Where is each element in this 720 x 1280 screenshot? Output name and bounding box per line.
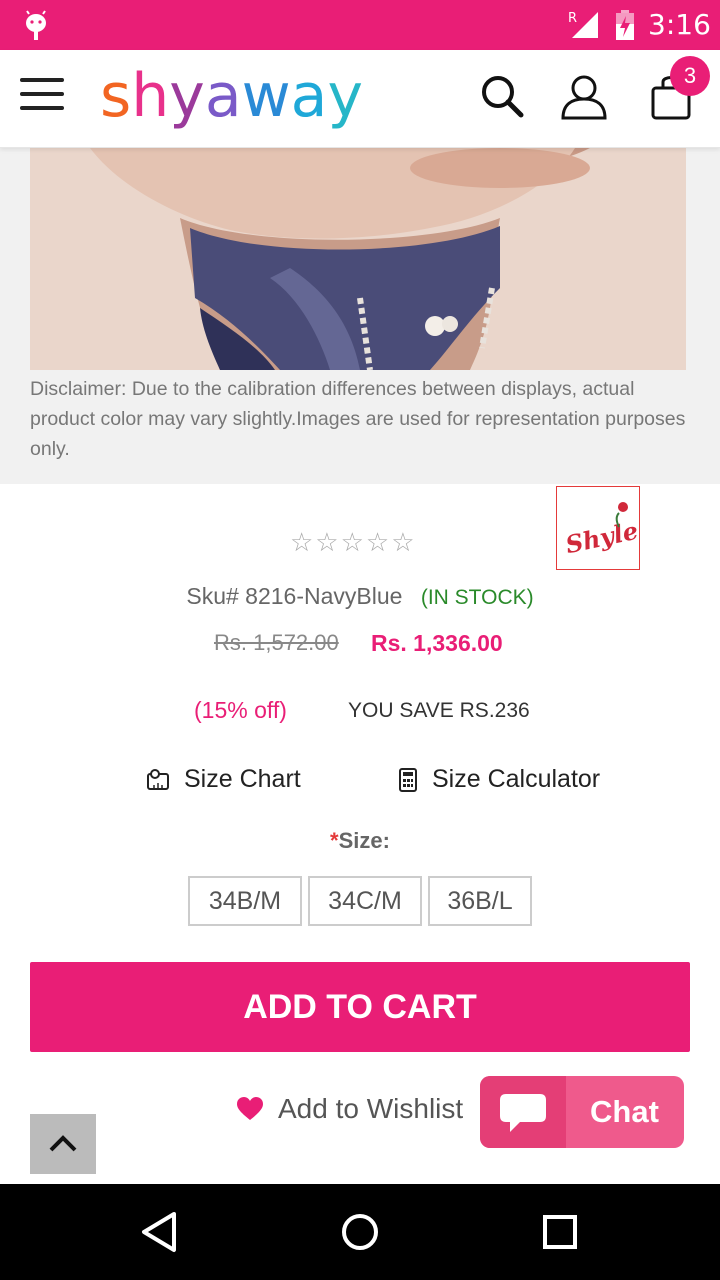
user-icon[interactable] [560, 72, 608, 120]
heart-icon [237, 1097, 263, 1120]
svg-text:R: R [568, 11, 577, 26]
svg-text:Shyle: Shyle [563, 516, 641, 560]
chat-bubble-icon [500, 1094, 546, 1132]
measuring-tape-icon [147, 768, 169, 790]
size-option[interactable]: 34C/M [308, 876, 422, 926]
logo-letter: a [204, 61, 242, 131]
status-bar: R 3:16 [0, 0, 720, 50]
battery-charging-icon [616, 10, 634, 40]
size-chart-link[interactable]: Size Chart [146, 765, 301, 794]
original-price: Rs. 1,572.00 [214, 630, 339, 655]
scroll-to-top-button[interactable] [30, 1114, 96, 1174]
size-options: 34B/M 34C/M 36B/L [188, 876, 538, 926]
logo-letter: y [327, 61, 363, 131]
stock-status: (IN STOCK) [420, 586, 534, 609]
wishlist-label: Add to Wishlist [278, 1093, 464, 1124]
logo-letter: w [241, 61, 291, 131]
size-label-text: Size: [338, 828, 390, 853]
logo-letter: y [169, 61, 205, 131]
size-label: *Size: [0, 828, 720, 854]
required-mark: * [330, 828, 339, 853]
recents-icon[interactable] [536, 1208, 584, 1256]
shyaway-logo[interactable]: shyaway [100, 56, 363, 136]
size-calculator-link[interactable]: Size Calculator [398, 765, 600, 794]
add-to-wishlist-link[interactable]: Add to Wishlist [236, 1093, 463, 1125]
menu-icon[interactable] [20, 78, 64, 114]
calculator-icon [399, 767, 417, 792]
chevron-up-icon [49, 1135, 77, 1152]
size-chart-label: Size Chart [184, 765, 301, 793]
size-option[interactable]: 36B/L [428, 876, 532, 926]
system-nav-bar [0, 1184, 720, 1280]
chat-icon-area [480, 1076, 566, 1148]
logo-letter: h [131, 61, 170, 131]
sku-text: Sku# 8216-NavyBlue [186, 583, 403, 609]
sale-price: Rs. 1,336.00 [371, 630, 503, 656]
savings-amount: YOU SAVE RS.236 [348, 699, 530, 722]
brand-logo[interactable]: Shyle [556, 486, 641, 570]
android-icon [26, 10, 46, 40]
home-icon[interactable] [336, 1208, 384, 1256]
cart-count-badge[interactable]: 3 [670, 56, 710, 96]
logo-letter: a [290, 61, 328, 131]
back-icon[interactable] [136, 1208, 184, 1256]
shyle-logo-icon: Shyle [563, 502, 641, 560]
color-disclaimer: Disclaimer: Due to the calibration diffe… [30, 378, 686, 460]
size-calculator-label: Size Calculator [432, 765, 601, 793]
sku-row: Sku# 8216-NavyBlue (IN STOCK) [0, 583, 720, 610]
rating-stars[interactable]: ☆☆☆☆☆ [290, 528, 417, 558]
app-header: shyaway 3 [0, 50, 720, 148]
signal-icon: R [568, 11, 598, 38]
logo-letter: s [100, 61, 132, 131]
chat-button[interactable]: Chat [480, 1076, 684, 1148]
size-option[interactable]: 34B/M [188, 876, 302, 926]
product-image[interactable] [30, 148, 686, 370]
discount-percent: (15% off) [194, 697, 287, 723]
clock: 3:16 [648, 8, 711, 41]
add-to-cart-button[interactable]: ADD TO CART [30, 962, 690, 1052]
search-icon[interactable] [478, 72, 526, 120]
chat-label: Chat [590, 1094, 659, 1129]
